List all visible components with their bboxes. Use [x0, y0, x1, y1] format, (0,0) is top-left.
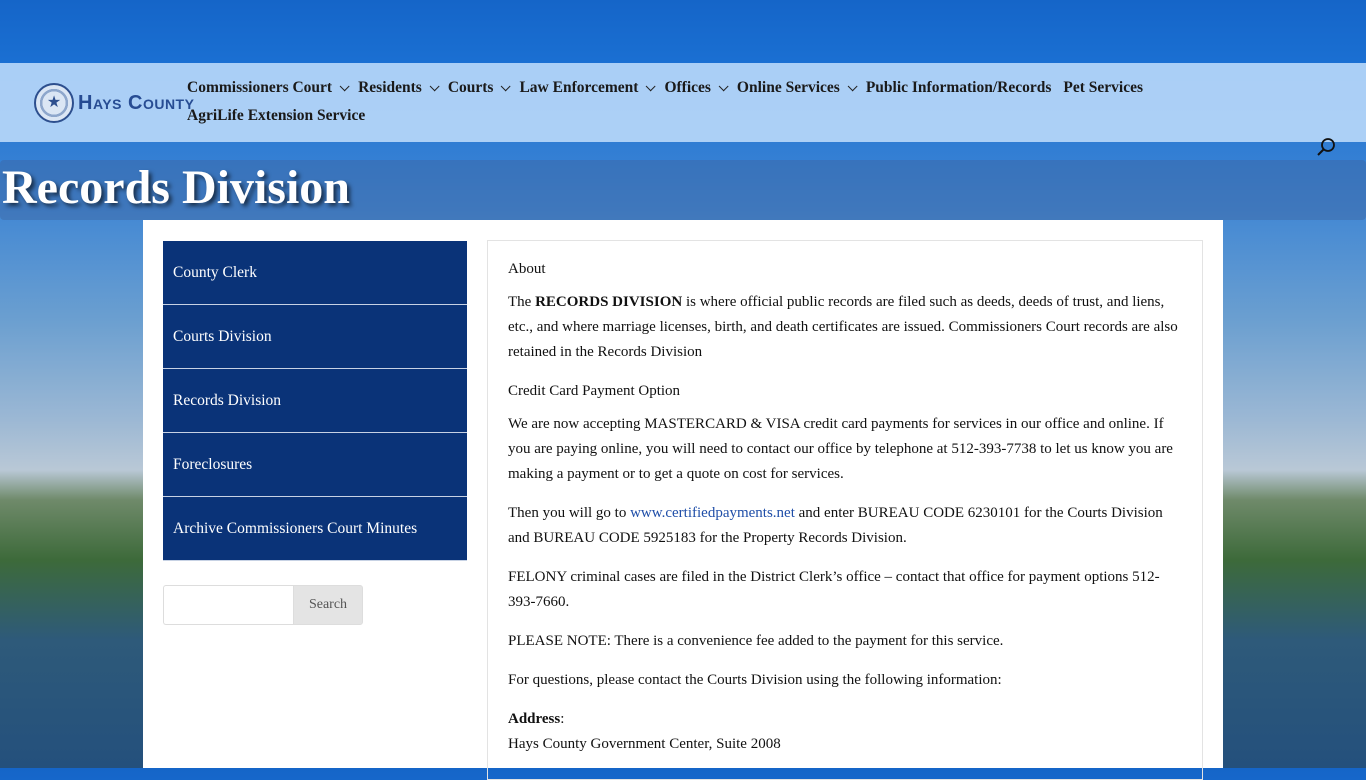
felony-paragraph: FELONY criminal cases are filed in the D… — [508, 569, 1160, 610]
main-panel: About The RECORDS DIVISION is where offi… — [487, 240, 1203, 780]
intro-bold: RECORDS DIVISION — [535, 294, 683, 310]
nav-label: Commissioners Court — [187, 79, 333, 96]
nav-law-enforcement[interactable]: Law Enforcement — [519, 79, 657, 97]
main-nav: Commissioners Court Residents Courts Law… — [187, 76, 1247, 128]
nav-label: AgriLife Extension Service — [187, 107, 366, 124]
sidebar-search: Search — [163, 585, 363, 625]
nav-label: Online Services — [736, 79, 840, 96]
nav-label: Public Information/Records — [865, 79, 1052, 96]
questions-paragraph: For questions, please contact the Courts… — [508, 672, 1002, 688]
sidebar-item-foreclosures[interactable]: Foreclosures — [163, 433, 467, 497]
nav-label: Law Enforcement — [519, 79, 639, 96]
sidebar-item-county-clerk[interactable]: County Clerk — [163, 241, 467, 305]
sidebar-menu: County Clerk Courts Division Records Div… — [163, 241, 467, 561]
nav-label: Offices — [664, 79, 711, 96]
site-logo[interactable]: Hays County — [34, 81, 194, 125]
nav-row-2: AgriLife Extension Service — [187, 104, 1247, 128]
nav-pet-services[interactable]: Pet Services — [1063, 79, 1143, 97]
chevron-down-icon — [429, 80, 440, 91]
search-input[interactable] — [163, 585, 293, 625]
nav-agrilife-extension[interactable]: AgriLife Extension Service — [187, 107, 365, 125]
address-colon: : — [560, 711, 565, 727]
address-line: Hays County Government Center, Suite 200… — [508, 736, 781, 752]
nav-row: Commissioners Court Residents Courts Law… — [187, 76, 1247, 100]
nav-offices[interactable]: Offices — [664, 79, 729, 97]
logo-text: Hays County — [78, 91, 195, 114]
nav-label: Residents — [358, 79, 422, 96]
nav-label: Pet Services — [1063, 79, 1144, 96]
search-icon[interactable] — [1316, 137, 1336, 157]
credit-paragraph: We are now accepting MASTERCARD & VISA c… — [508, 416, 1173, 482]
nav-commissioners-court[interactable]: Commissioners Court — [187, 79, 350, 97]
address-block: Address: Hays County Government Center, S… — [508, 707, 1182, 757]
intro-text: The — [508, 294, 536, 310]
bureau-paragraph: Then you will go to www.certifiedpayment… — [508, 501, 1182, 551]
sidebar-item-courts-division[interactable]: Courts Division — [163, 305, 467, 369]
nav-residents[interactable]: Residents — [358, 79, 440, 97]
nav-courts[interactable]: Courts — [447, 79, 512, 97]
sidebar-item-archive-minutes[interactable]: Archive Commissioners Court Minutes — [163, 497, 467, 561]
chevron-down-icon — [339, 80, 350, 91]
nav-label: Courts — [447, 79, 494, 96]
chevron-down-icon — [646, 80, 657, 91]
bureau-text: Then you will go to — [508, 505, 631, 521]
county-seal-icon — [34, 83, 74, 123]
intro-paragraph: The RECORDS DIVISION is where official p… — [508, 290, 1182, 365]
chevron-down-icon — [847, 80, 858, 91]
note-paragraph: PLEASE NOTE: There is a convenience fee … — [508, 633, 1004, 649]
about-heading: About — [508, 261, 546, 277]
search-button[interactable]: Search — [293, 585, 363, 625]
certifiedpayments-link[interactable]: www.certifiedpayments.net — [630, 505, 795, 521]
nav-online-services[interactable]: Online Services — [736, 79, 858, 97]
credit-heading: Credit Card Payment Option — [508, 383, 681, 399]
chevron-down-icon — [718, 80, 729, 91]
page-title: Records Division — [2, 161, 350, 214]
sidebar-item-records-division[interactable]: Records Division — [163, 369, 467, 433]
nav-public-information-records[interactable]: Public Information/Records — [866, 79, 1052, 97]
chevron-down-icon — [501, 80, 512, 91]
address-label: Address — [508, 711, 561, 727]
content-area: County Clerk Courts Division Records Div… — [143, 220, 1223, 780]
